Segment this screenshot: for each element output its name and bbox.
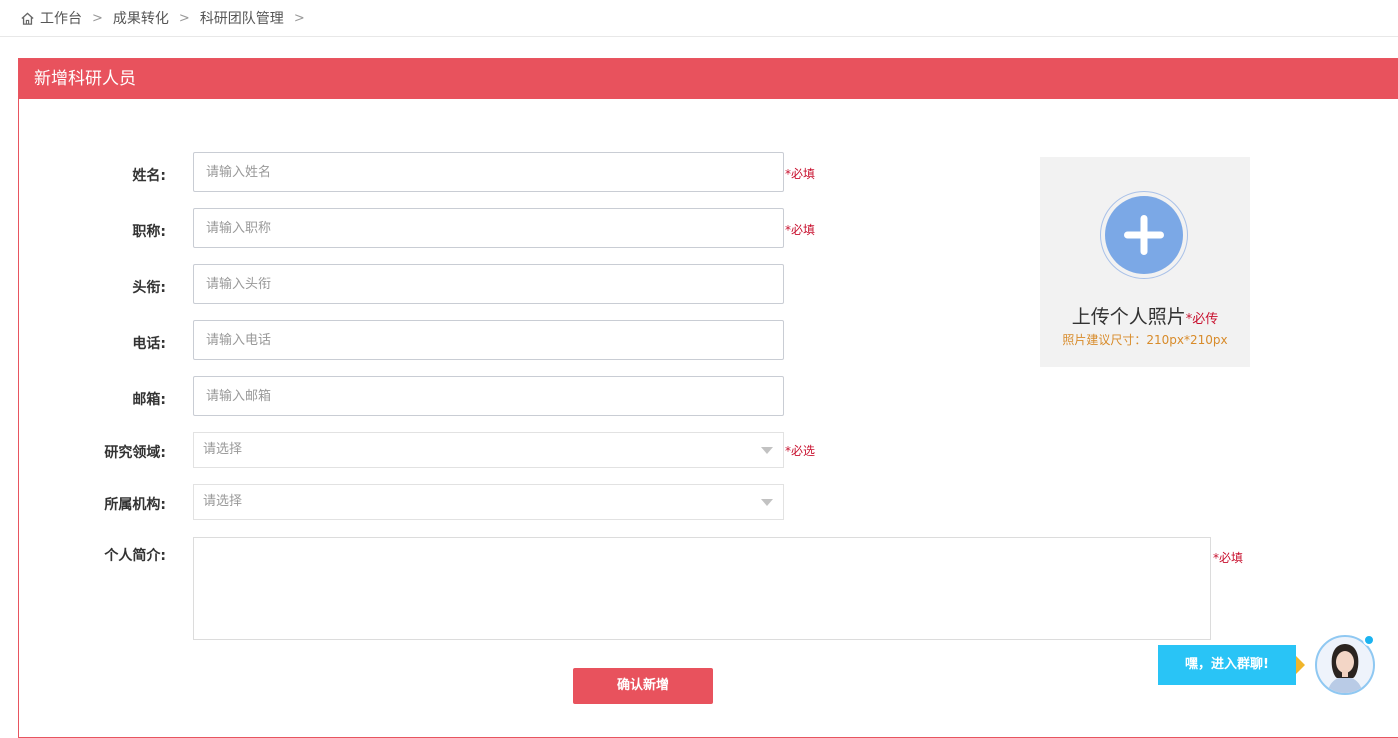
- rank-label: 头衔:: [132, 280, 166, 296]
- person-icon: [1327, 644, 1363, 693]
- intro-required-note: *必填: [1213, 551, 1244, 565]
- organization-label: 所属机构:: [104, 497, 166, 513]
- name-input[interactable]: [193, 152, 784, 192]
- breadcrumb: 工作台 > 成果转化 > 科研团队管理 >: [0, 0, 1398, 37]
- title-label: 职称:: [132, 224, 166, 240]
- title-input[interactable]: [193, 208, 784, 248]
- online-status-dot: [1363, 634, 1375, 646]
- rank-input[interactable]: [193, 264, 784, 304]
- upload-required-note: *必传: [1185, 312, 1219, 327]
- organization-select[interactable]: 请选择: [193, 484, 784, 520]
- upload-size-hint: 照片建议尺寸：210px*210px: [1062, 333, 1228, 347]
- chat-bubble[interactable]: 嘿，进入群聊!: [1158, 645, 1296, 685]
- research-field-required-note: *必选: [785, 444, 816, 458]
- research-field-value: 请选择: [203, 442, 243, 457]
- name-required-note: *必填: [785, 167, 816, 181]
- intro-label: 个人简介:: [104, 548, 166, 564]
- phone-label: 电话:: [132, 336, 166, 352]
- chevron-down-icon: [761, 447, 773, 454]
- panel-title: 新增科研人员: [19, 59, 1398, 99]
- breadcrumb-separator: >: [178, 10, 190, 26]
- phone-input[interactable]: [193, 320, 784, 360]
- chevron-down-icon: [761, 499, 773, 506]
- intro-textarea[interactable]: [193, 537, 1211, 640]
- breadcrumb-item-team-management[interactable]: 科研团队管理: [200, 8, 284, 28]
- home-icon[interactable]: [20, 11, 35, 26]
- breadcrumb-separator: >: [293, 10, 305, 26]
- photo-upload-area[interactable]: 上传个人照片*必传 照片建议尺寸：210px*210px: [1040, 157, 1250, 367]
- title-required-note: *必填: [785, 223, 816, 237]
- add-researcher-panel: 新增科研人员 姓名: *必填 职称: *必填 头衔: 电话: 邮箱: 研究领域:…: [18, 58, 1398, 738]
- plus-icon[interactable]: [1105, 196, 1183, 274]
- email-input[interactable]: [193, 376, 784, 416]
- chat-arrow-icon: [1296, 656, 1305, 674]
- name-label: 姓名:: [132, 168, 166, 184]
- research-field-label: 研究领域:: [104, 445, 166, 461]
- upload-title-text: 上传个人照片: [1071, 306, 1186, 328]
- research-field-select[interactable]: 请选择: [193, 432, 784, 468]
- email-label: 邮箱:: [132, 392, 166, 408]
- confirm-add-button[interactable]: 确认新增: [573, 668, 713, 704]
- upload-title: 上传个人照片*必传: [1040, 302, 1250, 329]
- breadcrumb-separator: >: [92, 10, 103, 26]
- breadcrumb-item-achievement[interactable]: 成果转化: [113, 8, 169, 28]
- organization-value: 请选择: [203, 494, 243, 509]
- breadcrumb-item-workbench[interactable]: 工作台: [40, 8, 82, 28]
